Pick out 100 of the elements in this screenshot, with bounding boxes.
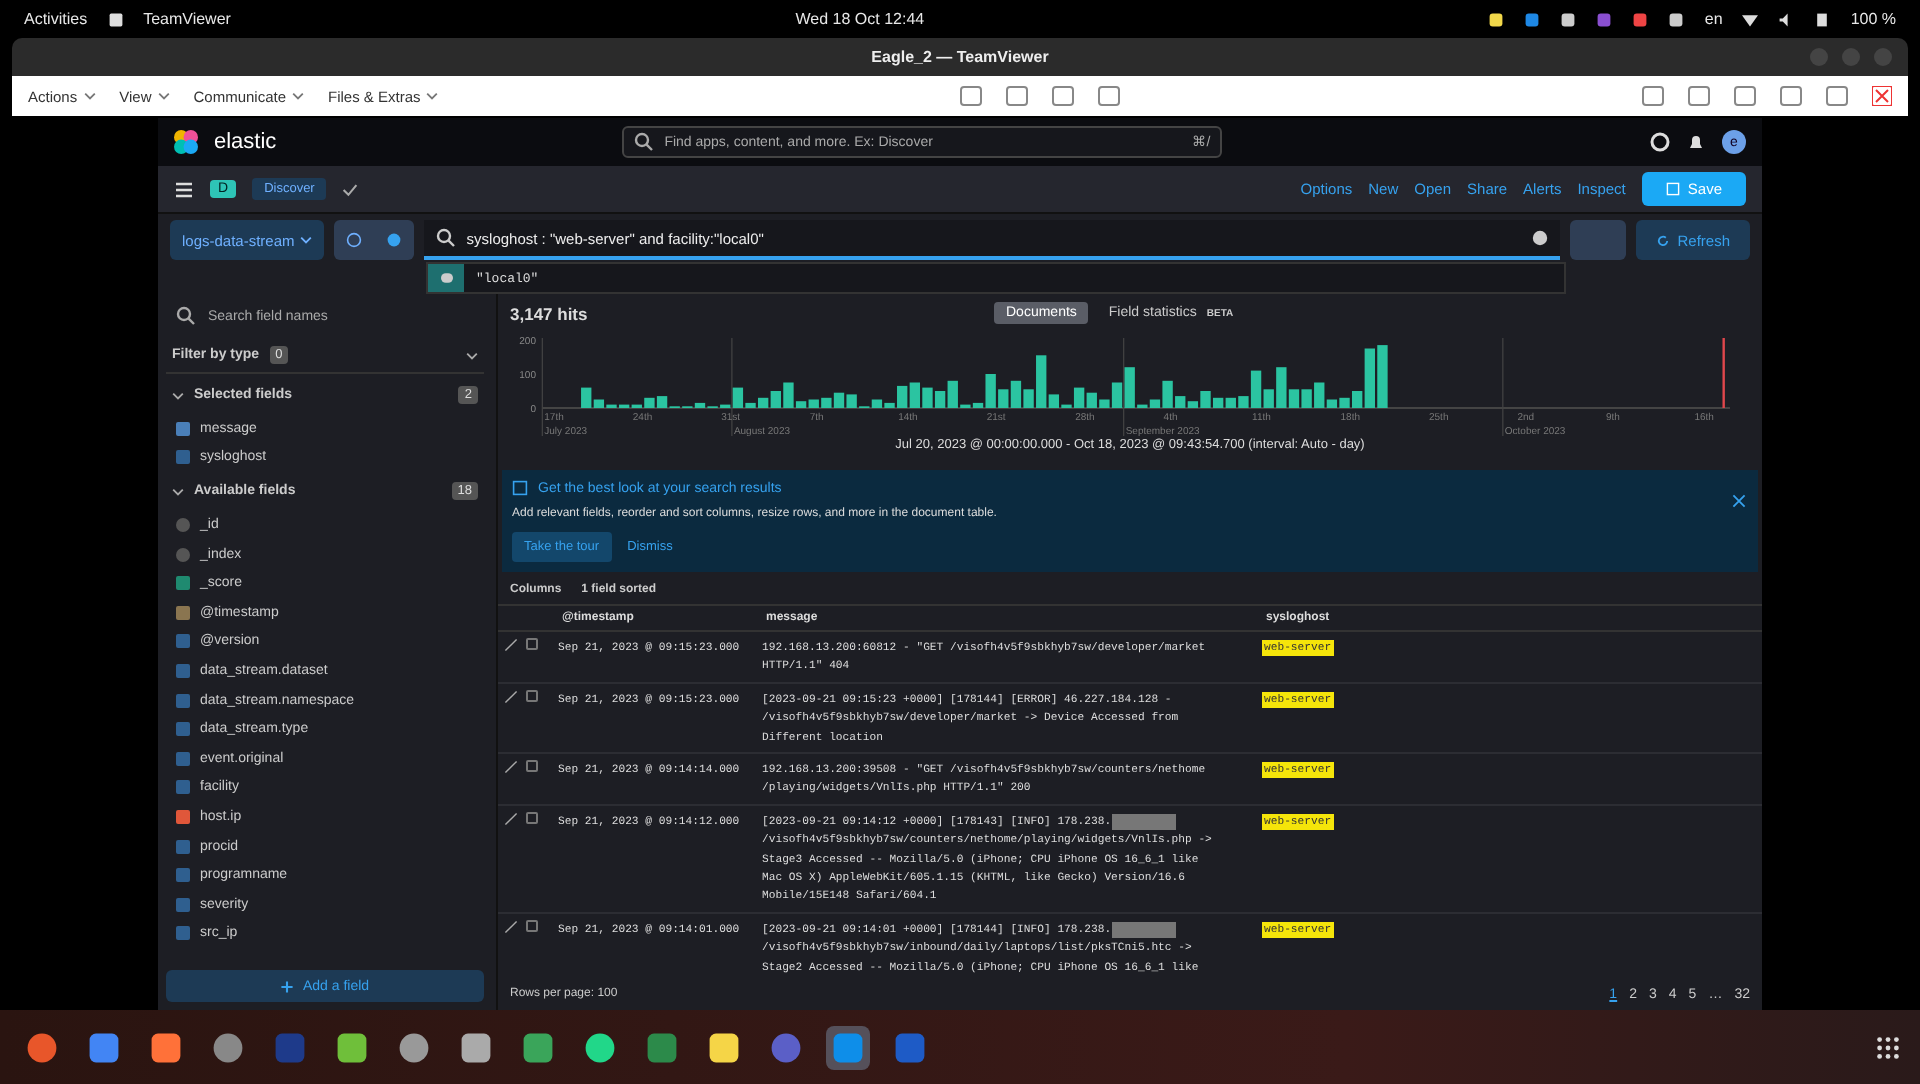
row-checkbox[interactable] — [526, 689, 538, 702]
row-checkbox[interactable] — [526, 919, 538, 932]
caret-icon — [300, 234, 313, 246]
expand-icon[interactable] — [504, 689, 518, 704]
app-icon — [336, 1031, 368, 1063]
toolbar-icon[interactable] — [1688, 86, 1710, 106]
filter-button[interactable] — [334, 220, 415, 260]
help-icon[interactable] — [1650, 132, 1670, 152]
app-icon — [274, 1031, 306, 1063]
row-checkbox[interactable] — [526, 638, 538, 650]
histogram-bar[interactable] — [1212, 397, 1224, 408]
histogram-bar[interactable] — [934, 391, 946, 408]
histogram-bar[interactable] — [1339, 397, 1350, 408]
toggle-icon — [437, 272, 455, 284]
caret-icon — [466, 349, 478, 361]
histogram-bar[interactable] — [694, 402, 706, 408]
search-icon — [176, 306, 196, 326]
histogram-bar[interactable] — [884, 402, 895, 408]
histogram-bar[interactable] — [1162, 380, 1173, 408]
app-icon — [26, 1031, 58, 1063]
histogram-bar[interactable] — [1352, 391, 1363, 408]
search-icon — [634, 132, 655, 152]
histogram-bar[interactable] — [770, 391, 781, 408]
histogram-bar[interactable] — [1086, 392, 1097, 408]
menu-icon[interactable] — [174, 179, 194, 199]
now-line — [1722, 338, 1725, 408]
language-indicator[interactable]: en — [1704, 10, 1723, 28]
caret-icon — [426, 90, 439, 102]
toolbar-icon[interactable] — [1052, 86, 1075, 106]
expand-icon[interactable] — [504, 919, 518, 934]
logo-icon — [174, 130, 198, 154]
histogram-bar[interactable] — [1149, 399, 1161, 408]
histogram-bar[interactable] — [656, 396, 668, 408]
histogram-bar[interactable] — [1036, 355, 1047, 408]
caret-icon — [83, 90, 96, 102]
taskbar-app[interactable] — [826, 1025, 870, 1069]
histogram-bar[interactable] — [1048, 394, 1060, 408]
histogram-bar[interactable] — [1288, 389, 1300, 408]
tray-icon — [1560, 11, 1577, 27]
histogram-bar[interactable] — [1175, 396, 1186, 408]
histogram-bar[interactable] — [1250, 370, 1262, 408]
clock[interactable]: Wed 18 Oct 12:44 — [795, 10, 925, 28]
row-checkbox[interactable] — [526, 811, 538, 824]
histogram-bar[interactable] — [758, 397, 769, 408]
histogram-bar[interactable] — [1010, 380, 1022, 408]
toolbar-icon[interactable] — [1826, 86, 1848, 106]
toolbar-icon[interactable] — [960, 86, 983, 106]
app-icon — [584, 1031, 616, 1063]
wifi-icon — [1742, 11, 1759, 27]
histogram-bar[interactable] — [732, 387, 744, 408]
app-icon — [832, 1031, 864, 1063]
expand-icon[interactable] — [504, 638, 518, 652]
activities-button[interactable]: Activities — [24, 10, 88, 28]
tray-icon — [1524, 11, 1541, 27]
app-icon — [150, 1031, 182, 1063]
row-checkbox[interactable] — [526, 760, 538, 773]
histogram-bar[interactable] — [795, 401, 807, 408]
histogram-bar[interactable] — [1326, 399, 1338, 408]
histogram-bar[interactable] — [947, 380, 958, 408]
app-name[interactable]: TeamViewer — [143, 10, 231, 28]
toolbar-icon[interactable] — [1098, 86, 1121, 106]
battery-icon — [1814, 11, 1831, 27]
caret-icon — [292, 90, 305, 102]
close-icon[interactable] — [1732, 494, 1746, 508]
histogram-bar[interactable] — [1364, 348, 1375, 408]
check-icon — [342, 181, 359, 197]
toolbar-icon[interactable] — [1734, 86, 1756, 106]
toolbar-icon[interactable] — [1780, 86, 1802, 106]
histogram-bar[interactable] — [972, 402, 984, 408]
expand-icon[interactable] — [504, 760, 518, 775]
histogram-bar[interactable] — [1187, 401, 1199, 408]
save-icon — [1665, 182, 1680, 196]
histogram-bar[interactable] — [909, 382, 920, 408]
bell-icon[interactable] — [1686, 132, 1706, 152]
toolbar-icon[interactable] — [1642, 86, 1664, 106]
table-icon — [512, 480, 528, 496]
toolbar-icon[interactable] — [1006, 86, 1029, 106]
caret-icon — [157, 90, 170, 102]
histogram-bar[interactable] — [1111, 382, 1123, 408]
plus-icon — [280, 979, 295, 993]
histogram-bar[interactable] — [593, 399, 605, 408]
expand-icon[interactable] — [504, 811, 518, 826]
histogram-bar[interactable] — [871, 399, 883, 408]
app-icon — [398, 1031, 430, 1063]
tray-icon — [1596, 11, 1613, 27]
close-icon[interactable] — [1872, 86, 1892, 106]
app-icon — [460, 1031, 492, 1063]
histogram-bar[interactable] — [581, 387, 592, 408]
histogram-bar[interactable] — [897, 385, 908, 408]
histogram-bar[interactable] — [745, 402, 756, 408]
refresh-icon — [1655, 233, 1670, 247]
app-grid-icon[interactable] — [1876, 1035, 1900, 1059]
histogram-bar[interactable] — [821, 397, 832, 408]
app-icon — [894, 1031, 926, 1063]
histogram-bar[interactable] — [922, 387, 933, 408]
battery-level: 100 % — [1850, 10, 1896, 28]
histogram-bar[interactable] — [644, 397, 655, 408]
histogram-bar[interactable] — [1073, 387, 1085, 408]
histogram-bar[interactable] — [833, 392, 845, 408]
histogram-bar[interactable] — [1225, 397, 1236, 408]
